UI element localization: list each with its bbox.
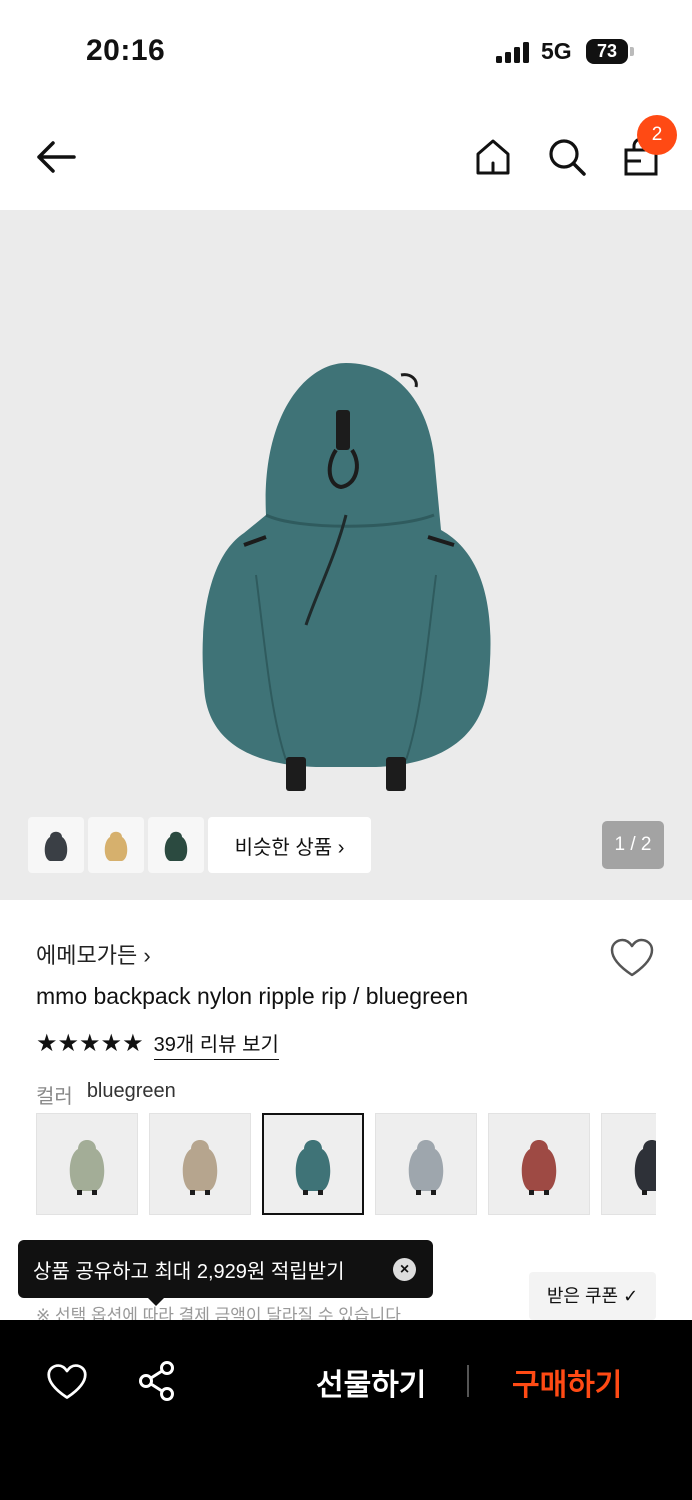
share-icon xyxy=(139,1361,174,1401)
status-bar: 20:16 5G 73 xyxy=(0,0,692,100)
home-button[interactable] xyxy=(471,135,515,179)
mini-thumb-green[interactable] xyxy=(148,817,204,873)
reviews-link[interactable]: 39개 리뷰 보기 xyxy=(153,1028,279,1060)
brand-name: 에메모가든 › xyxy=(36,943,151,968)
star-rating: ★★★★★ xyxy=(36,1030,144,1057)
option-notice: ※ 선택 옵션에 따라 결제 금액이 달라질 수 있습니다 xyxy=(36,1306,401,1320)
similar-products-button[interactable]: 비슷한 상품 › xyxy=(208,817,371,873)
backpack-icon xyxy=(295,1140,331,1195)
product-image-gallery[interactable]: 비슷한 상품 › 1 / 2 xyxy=(0,210,692,900)
heart-icon xyxy=(610,938,654,977)
color-option-row: 컬러 bluegreen xyxy=(36,1080,176,1109)
backpack-icon xyxy=(69,1140,105,1195)
color-swatch-list xyxy=(36,1113,656,1215)
image-pager: 1 / 2 xyxy=(602,821,664,869)
arrow-left-icon xyxy=(37,141,76,173)
wishlist-button[interactable] xyxy=(609,937,655,979)
color-swatch[interactable] xyxy=(36,1113,138,1215)
signal-icon xyxy=(496,41,530,63)
search-icon xyxy=(549,139,586,176)
back-button[interactable] xyxy=(34,135,78,179)
battery-tip xyxy=(630,47,634,56)
backpack-icon xyxy=(182,1140,218,1195)
mini-thumb-charcoal[interactable] xyxy=(28,817,84,873)
bottom-wishlist-button[interactable] xyxy=(46,1362,88,1402)
mini-thumb-mustard[interactable] xyxy=(88,817,144,873)
color-swatch[interactable] xyxy=(149,1113,251,1215)
cart-count-badge: 2 xyxy=(637,115,677,155)
backpack-icon xyxy=(521,1140,557,1195)
share-button[interactable] xyxy=(137,1360,177,1402)
share-reward-toast[interactable]: 상품 공유하고 최대 2,929원 적립받기 xyxy=(18,1240,433,1298)
toast-text: 상품 공유하고 최대 2,929원 적립받기 xyxy=(33,1260,345,1283)
backpack-icon xyxy=(408,1140,444,1195)
color-label: 컬러 xyxy=(36,1086,73,1108)
backpack-icon xyxy=(164,831,188,861)
color-value: bluegreen xyxy=(86,1080,176,1102)
backpack-icon xyxy=(104,831,128,861)
product-image xyxy=(202,363,491,791)
color-swatch[interactable] xyxy=(262,1113,364,1215)
color-thumbnails xyxy=(28,817,204,873)
color-swatch[interactable] xyxy=(601,1113,656,1215)
toast-close-icon[interactable]: × xyxy=(393,1258,416,1281)
battery-icon: 73 xyxy=(586,39,628,64)
toast-arrow xyxy=(146,1296,166,1306)
brand-link[interactable]: 에메모가든 › xyxy=(36,938,151,970)
search-button[interactable] xyxy=(545,135,589,179)
product-title: mmo backpack nylon ripple rip / bluegree… xyxy=(36,983,469,1009)
buy-button[interactable]: 구매하기 xyxy=(512,1360,622,1404)
gift-button[interactable]: 선물하기 xyxy=(316,1360,426,1404)
backpack-icon xyxy=(44,831,68,861)
color-swatch[interactable] xyxy=(375,1113,477,1215)
similar-products-label: 비슷한 상품 › xyxy=(234,836,345,859)
received-coupon-button[interactable]: 받은 쿠폰 ✓ xyxy=(529,1272,656,1320)
network-type: 5G xyxy=(541,38,572,64)
backpack-icon xyxy=(634,1140,656,1195)
bottom-action-bar: 선물하기 구매하기 xyxy=(0,1320,692,1500)
top-nav xyxy=(0,100,692,210)
color-swatch[interactable] xyxy=(488,1113,590,1215)
rating-row: ★★★★★ 39개 리뷰 보기 xyxy=(36,1028,279,1060)
heart-icon xyxy=(47,1364,87,1399)
divider xyxy=(467,1365,469,1397)
home-icon xyxy=(476,139,510,175)
status-time: 20:16 xyxy=(86,34,166,67)
